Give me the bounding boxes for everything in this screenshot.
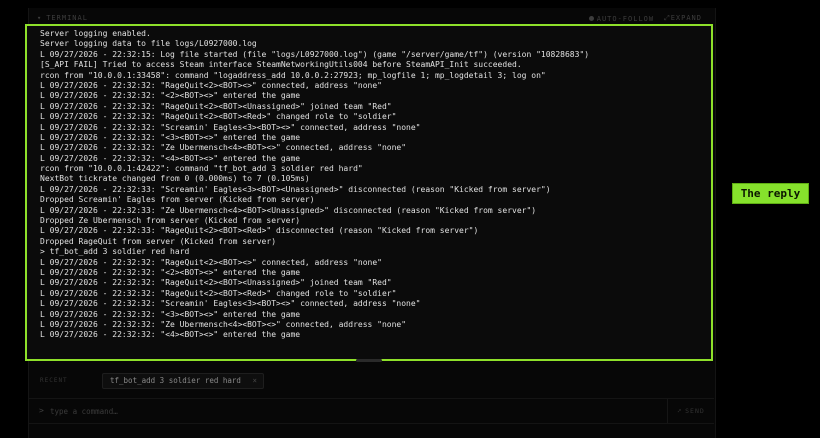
status-dot-icon: [588, 16, 594, 21]
expand-button[interactable]: ⤢EXPAND: [664, 14, 702, 23]
log-line: L 09/27/2026 - 22:32:32: "<2><BOT><>" en…: [40, 91, 301, 101]
chevron-down-icon: ▾: [37, 14, 43, 22]
log-line: L 09/27/2026 - 22:32:33: "Screamin' Eagl…: [40, 184, 551, 194]
log-line: Server logging enabled.: [40, 29, 151, 38]
log-line: L 09/27/2026 - 22:32:32: "RageQuit<2><BO…: [40, 278, 392, 288]
log-line: [S_API FAIL] Tried to access Steam inter…: [40, 60, 522, 70]
log-line: L 09/27/2026 - 22:32:32: "RageQuit<2><BO…: [40, 112, 397, 122]
log-line: L 09/27/2026 - 22:32:33: "Ze Ubermensch<…: [40, 205, 537, 215]
recent-commands: RECENT tf_bot_add 3 soldier red hard ×: [28, 372, 714, 390]
send-button[interactable]: ➚ SEND: [667, 399, 714, 423]
send-icon: ➚: [677, 407, 683, 415]
log-line: L 09/27/2026 - 22:32:32: "<3><BOT><>" en…: [40, 309, 301, 319]
log-line: L 09/27/2026 - 22:32:32: "Ze Ubermensch<…: [40, 143, 407, 153]
log-line: L 09/27/2026 - 22:32:32: "Screamin' Eagl…: [40, 122, 421, 132]
log-line: L 09/27/2026 - 22:32:32: "RageQuit<2><BO…: [40, 257, 382, 267]
log-line: L 09/27/2026 - 22:32:32: "<4><BOT><>" en…: [40, 153, 301, 163]
log-line: L 09/27/2026 - 22:32:32: "<3><BOT><>" en…: [40, 132, 301, 142]
terminal-title[interactable]: ▾ TERMINAL: [37, 14, 88, 22]
log-line: L 09/27/2026 - 22:32:32: "RageQuit<2><BO…: [40, 80, 382, 90]
expand-icon: ⤢: [664, 14, 671, 22]
close-icon[interactable]: ×: [252, 374, 257, 388]
resize-handle[interactable]: [356, 359, 382, 362]
recent-label: RECENT: [40, 377, 68, 384]
log-line: L 09/27/2026 - 22:32:32: "<2><BOT><>" en…: [40, 267, 301, 277]
log-line: rcon from "10.0.0.1:42422": command "tf_…: [40, 164, 363, 174]
log-line: Dropped Ze Ubermensch from server (Kicke…: [40, 216, 301, 226]
log-line: > tf_bot_add 3 soldier red hard: [40, 247, 190, 257]
log-line: L 09/27/2026 - 22:32:32: "Ze Ubermensch<…: [40, 319, 407, 329]
log-line: Dropped Screamin' Eagles from server (Ki…: [40, 195, 315, 205]
auto-follow-toggle[interactable]: AUTO-FOLLOW: [588, 15, 654, 23]
command-input[interactable]: [50, 404, 670, 418]
log-line: rcon from "10.0.0.1:33458": command "log…: [40, 70, 546, 80]
prompt-icon: >: [39, 406, 44, 415]
terminal-output[interactable]: Server logging enabled. Server logging da…: [25, 24, 713, 361]
command-bar: > ➚SEND: [28, 398, 714, 424]
log-line: L 09/27/2026 - 22:32:32: "Screamin' Eagl…: [40, 299, 421, 309]
log-line: L 09/27/2026 - 22:32:32: "<4><BOT><>" en…: [40, 330, 301, 340]
log-lines: Server logging enabled. Server logging da…: [40, 29, 705, 341]
log-line: L 09/27/2026 - 22:32:33: "RageQuit<2><BO…: [40, 226, 479, 236]
log-line: L 09/27/2026 - 22:32:32: "RageQuit<2><BO…: [40, 288, 397, 298]
annotation-label: The reply: [732, 183, 809, 204]
log-line: L 09/27/2026 - 22:32:15: Log file starte…: [40, 49, 590, 59]
log-line: NextBot tickrate changed from 0 (0.000ms…: [40, 174, 310, 184]
recent-command-chip[interactable]: tf_bot_add 3 soldier red hard ×: [102, 373, 264, 389]
log-line: Dropped RageQuit from server (Kicked fro…: [40, 236, 277, 246]
log-line: L 09/27/2026 - 22:32:32: "RageQuit<2><BO…: [40, 101, 392, 111]
log-line: Server logging data to file logs/L092700…: [40, 39, 257, 49]
